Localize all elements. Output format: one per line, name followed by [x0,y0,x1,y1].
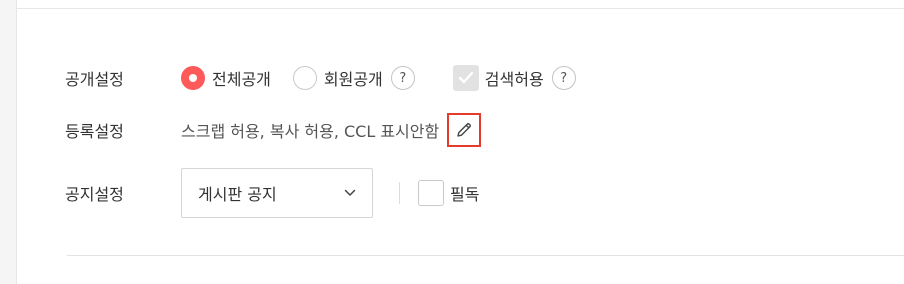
radio-public-all[interactable]: 전체공개 [181,66,271,90]
search-allow-label[interactable]: 검색허용 [485,66,544,90]
radio-public-all-indicator[interactable] [181,66,205,90]
vertical-divider [399,182,400,204]
radio-public-all-label[interactable]: 전체공개 [212,66,271,90]
visibility-label: 공개설정 [65,70,124,89]
registration-row: 등록설정 스크랩 허용, 복사 허용, CCL 표시안함 [65,113,482,147]
radio-members-only-label[interactable]: 회원공개 [324,66,383,90]
bottom-divider [67,255,904,256]
registration-value: 스크랩 허용, 복사 허용, CCL 표시안함 [181,122,440,141]
pinned-check-box[interactable] [418,180,444,206]
radio-members-only-indicator[interactable] [292,66,317,90]
radio-members-only[interactable]: 회원공개 [292,66,383,90]
notice-label: 공지설정 [65,185,124,204]
pencil-icon [457,123,472,137]
pinned-label[interactable]: 필독 [450,181,479,205]
chevron-down-icon[interactable] [344,189,356,197]
search-allow-check-icon[interactable] [452,65,479,91]
notice-select[interactable]: 게시판 공지 [181,168,373,218]
visibility-row: 공개설정 전체공개 회원공개 ? 검색허용 ? [65,63,576,93]
edit-registration-button[interactable] [447,113,482,147]
help-icon[interactable]: ? [390,66,415,90]
top-divider [17,8,904,9]
notice-row: 공지설정 게시판 공지 필독 [65,168,489,218]
settings-panel: 공개설정 전체공개 회원공개 ? 검색허용 ? 등록설정 스크랩 허용, 복사 … [16,0,904,284]
notice-select-value[interactable]: 게시판 공지 [198,181,277,205]
checkmark-icon [458,71,473,84]
pinned-checkbox[interactable]: 필독 [418,180,479,206]
help-icon[interactable]: ? [551,66,576,90]
search-allow-checkbox[interactable]: 검색허용 [452,65,544,91]
registration-label: 등록설정 [65,122,124,141]
